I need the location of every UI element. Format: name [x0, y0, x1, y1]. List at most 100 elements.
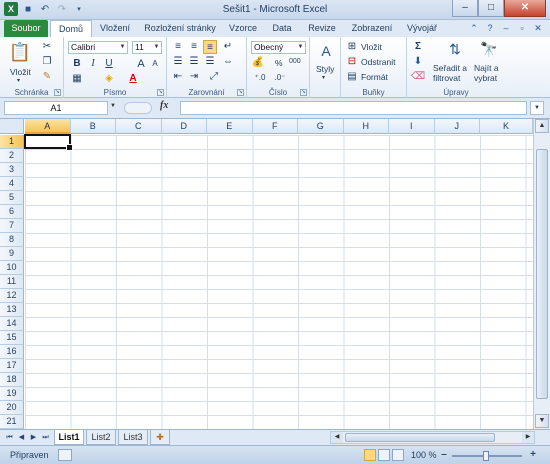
- italic-button[interactable]: I: [86, 57, 100, 71]
- tab-data[interactable]: Data: [266, 20, 298, 37]
- sheet-tab-list1[interactable]: List1: [54, 430, 84, 445]
- row-header-11[interactable]: 11: [0, 275, 24, 289]
- zoom-out-icon[interactable]: –: [438, 449, 450, 461]
- row-header-7[interactable]: 7: [0, 219, 24, 233]
- doc-restore-icon[interactable]: ▫: [516, 22, 528, 34]
- align-left-icon[interactable]: ☰: [171, 55, 185, 69]
- vertical-scroll-thumb[interactable]: [536, 149, 548, 399]
- insert-cells-button[interactable]: Vložit: [361, 42, 382, 52]
- underline-button[interactable]: U: [102, 57, 116, 71]
- alignment-launcher-icon[interactable]: ↘: [237, 89, 244, 96]
- find-select-label-2[interactable]: vybrat: [474, 73, 497, 83]
- number-launcher-icon[interactable]: ↘: [300, 89, 307, 96]
- row-header-8[interactable]: 8: [0, 233, 24, 247]
- insert-cells-icon[interactable]: ⊞: [345, 40, 359, 54]
- wrap-text-icon[interactable]: ↵: [221, 40, 235, 54]
- zoom-level[interactable]: 100 %: [411, 450, 437, 460]
- row-header-10[interactable]: 10: [0, 261, 24, 275]
- row-header-16[interactable]: 16: [0, 345, 24, 359]
- bold-button[interactable]: B: [70, 57, 84, 71]
- zoom-slider-thumb[interactable]: [483, 451, 489, 461]
- row-header-3[interactable]: 3: [0, 163, 24, 177]
- last-sheet-icon[interactable]: ⏭: [40, 432, 51, 443]
- row-header-15[interactable]: 15: [0, 331, 24, 345]
- help-icon[interactable]: ?: [484, 22, 496, 34]
- find-select-label-1[interactable]: Najít a: [474, 63, 499, 73]
- currency-icon[interactable]: 💰: [251, 56, 265, 70]
- column-header-b[interactable]: B: [70, 119, 116, 134]
- row-header-12[interactable]: 12: [0, 289, 24, 303]
- fill-icon[interactable]: ⬇: [411, 55, 425, 69]
- font-color-button[interactable]: A: [126, 72, 140, 86]
- format-painter-icon[interactable]: ✎: [40, 70, 54, 84]
- row-header-18[interactable]: 18: [0, 373, 24, 387]
- column-header-h[interactable]: H: [343, 119, 389, 134]
- row-header-5[interactable]: 5: [0, 191, 24, 205]
- insert-function-button[interactable]: fx: [160, 100, 168, 111]
- tab-view[interactable]: Zobrazení: [346, 20, 398, 37]
- tab-file[interactable]: Soubor: [4, 20, 48, 37]
- styles-icon[interactable]: A: [316, 41, 336, 61]
- tab-insert[interactable]: Vložení: [94, 20, 136, 37]
- sort-filter-label-1[interactable]: Seřadit a: [433, 63, 467, 73]
- doc-close-icon[interactable]: ✕: [532, 22, 544, 34]
- percent-button[interactable]: %: [275, 58, 283, 68]
- format-cells-button[interactable]: Formát: [361, 72, 388, 82]
- scroll-right-icon[interactable]: ▶: [522, 432, 534, 443]
- close-button[interactable]: ✕: [504, 0, 546, 17]
- column-header-c[interactable]: C: [116, 119, 162, 134]
- align-top-icon[interactable]: ≡: [171, 40, 185, 54]
- column-header-i[interactable]: I: [389, 119, 435, 134]
- row-header-21[interactable]: 21: [0, 415, 24, 429]
- expand-formula-bar-icon[interactable]: ▼: [530, 101, 544, 115]
- font-size-combo[interactable]: 11 ▼: [132, 41, 162, 54]
- column-header-j[interactable]: J: [434, 119, 480, 134]
- name-box[interactable]: A1: [4, 101, 108, 115]
- scroll-down-icon[interactable]: ▼: [535, 414, 549, 428]
- find-select-icon[interactable]: 🔭: [479, 39, 499, 59]
- row-header-4[interactable]: 4: [0, 177, 24, 191]
- row-header-17[interactable]: 17: [0, 359, 24, 373]
- paste-label[interactable]: Vložit: [10, 67, 31, 77]
- row-header-9[interactable]: 9: [0, 247, 24, 261]
- page-layout-view-icon[interactable]: [378, 449, 390, 461]
- column-header-k[interactable]: K: [480, 119, 533, 134]
- clipboard-launcher-icon[interactable]: ↘: [54, 89, 61, 96]
- grow-font-button[interactable]: A: [134, 57, 148, 71]
- sort-filter-label-2[interactable]: filtrovat: [433, 73, 460, 83]
- column-header-d[interactable]: D: [161, 119, 207, 134]
- column-header-g[interactable]: G: [298, 119, 344, 134]
- horizontal-scrollbar[interactable]: ◀ ▶: [330, 431, 535, 444]
- horizontal-scroll-thumb[interactable]: [345, 433, 495, 442]
- copy-icon[interactable]: ❐: [40, 55, 54, 69]
- delete-cells-icon[interactable]: ⊟: [345, 55, 359, 69]
- scroll-left-icon[interactable]: ◀: [331, 432, 343, 443]
- row-header-19[interactable]: 19: [0, 387, 24, 401]
- paste-icon[interactable]: 📋: [8, 40, 32, 64]
- next-sheet-icon[interactable]: ▶: [28, 432, 39, 443]
- borders-icon[interactable]: ▦: [70, 72, 84, 86]
- merge-center-icon[interactable]: ⇔: [221, 55, 235, 69]
- styles-button[interactable]: Styly: [316, 64, 334, 74]
- styles-dropdown-icon[interactable]: ▾: [322, 74, 325, 81]
- page-break-view-icon[interactable]: [392, 449, 404, 461]
- column-header-a[interactable]: A: [25, 119, 71, 134]
- select-all-button[interactable]: [0, 119, 24, 134]
- maximize-button[interactable]: □: [478, 0, 504, 17]
- decrease-decimal-icon[interactable]: .0⁻: [273, 71, 287, 85]
- normal-view-icon[interactable]: [364, 449, 376, 461]
- zoom-in-icon[interactable]: +: [527, 449, 539, 461]
- row-header-2[interactable]: 2: [0, 149, 24, 163]
- tab-page-layout[interactable]: Rozložení stránky: [140, 20, 220, 37]
- row-header-14[interactable]: 14: [0, 317, 24, 331]
- paste-dropdown-icon[interactable]: ▾: [17, 77, 20, 84]
- number-format-combo[interactable]: Obecný ▼: [251, 41, 306, 54]
- font-launcher-icon[interactable]: ↘: [157, 89, 164, 96]
- cut-icon[interactable]: ✂: [40, 40, 54, 54]
- sheet-tab-list2[interactable]: List2: [86, 430, 116, 445]
- align-middle-icon[interactable]: ≡: [187, 40, 201, 54]
- align-bottom-icon[interactable]: ≡: [203, 40, 217, 54]
- tab-review[interactable]: Revize: [302, 20, 342, 37]
- decrease-indent-icon[interactable]: ⇤: [171, 70, 185, 84]
- vertical-scrollbar[interactable]: ▲ ▼: [533, 119, 550, 430]
